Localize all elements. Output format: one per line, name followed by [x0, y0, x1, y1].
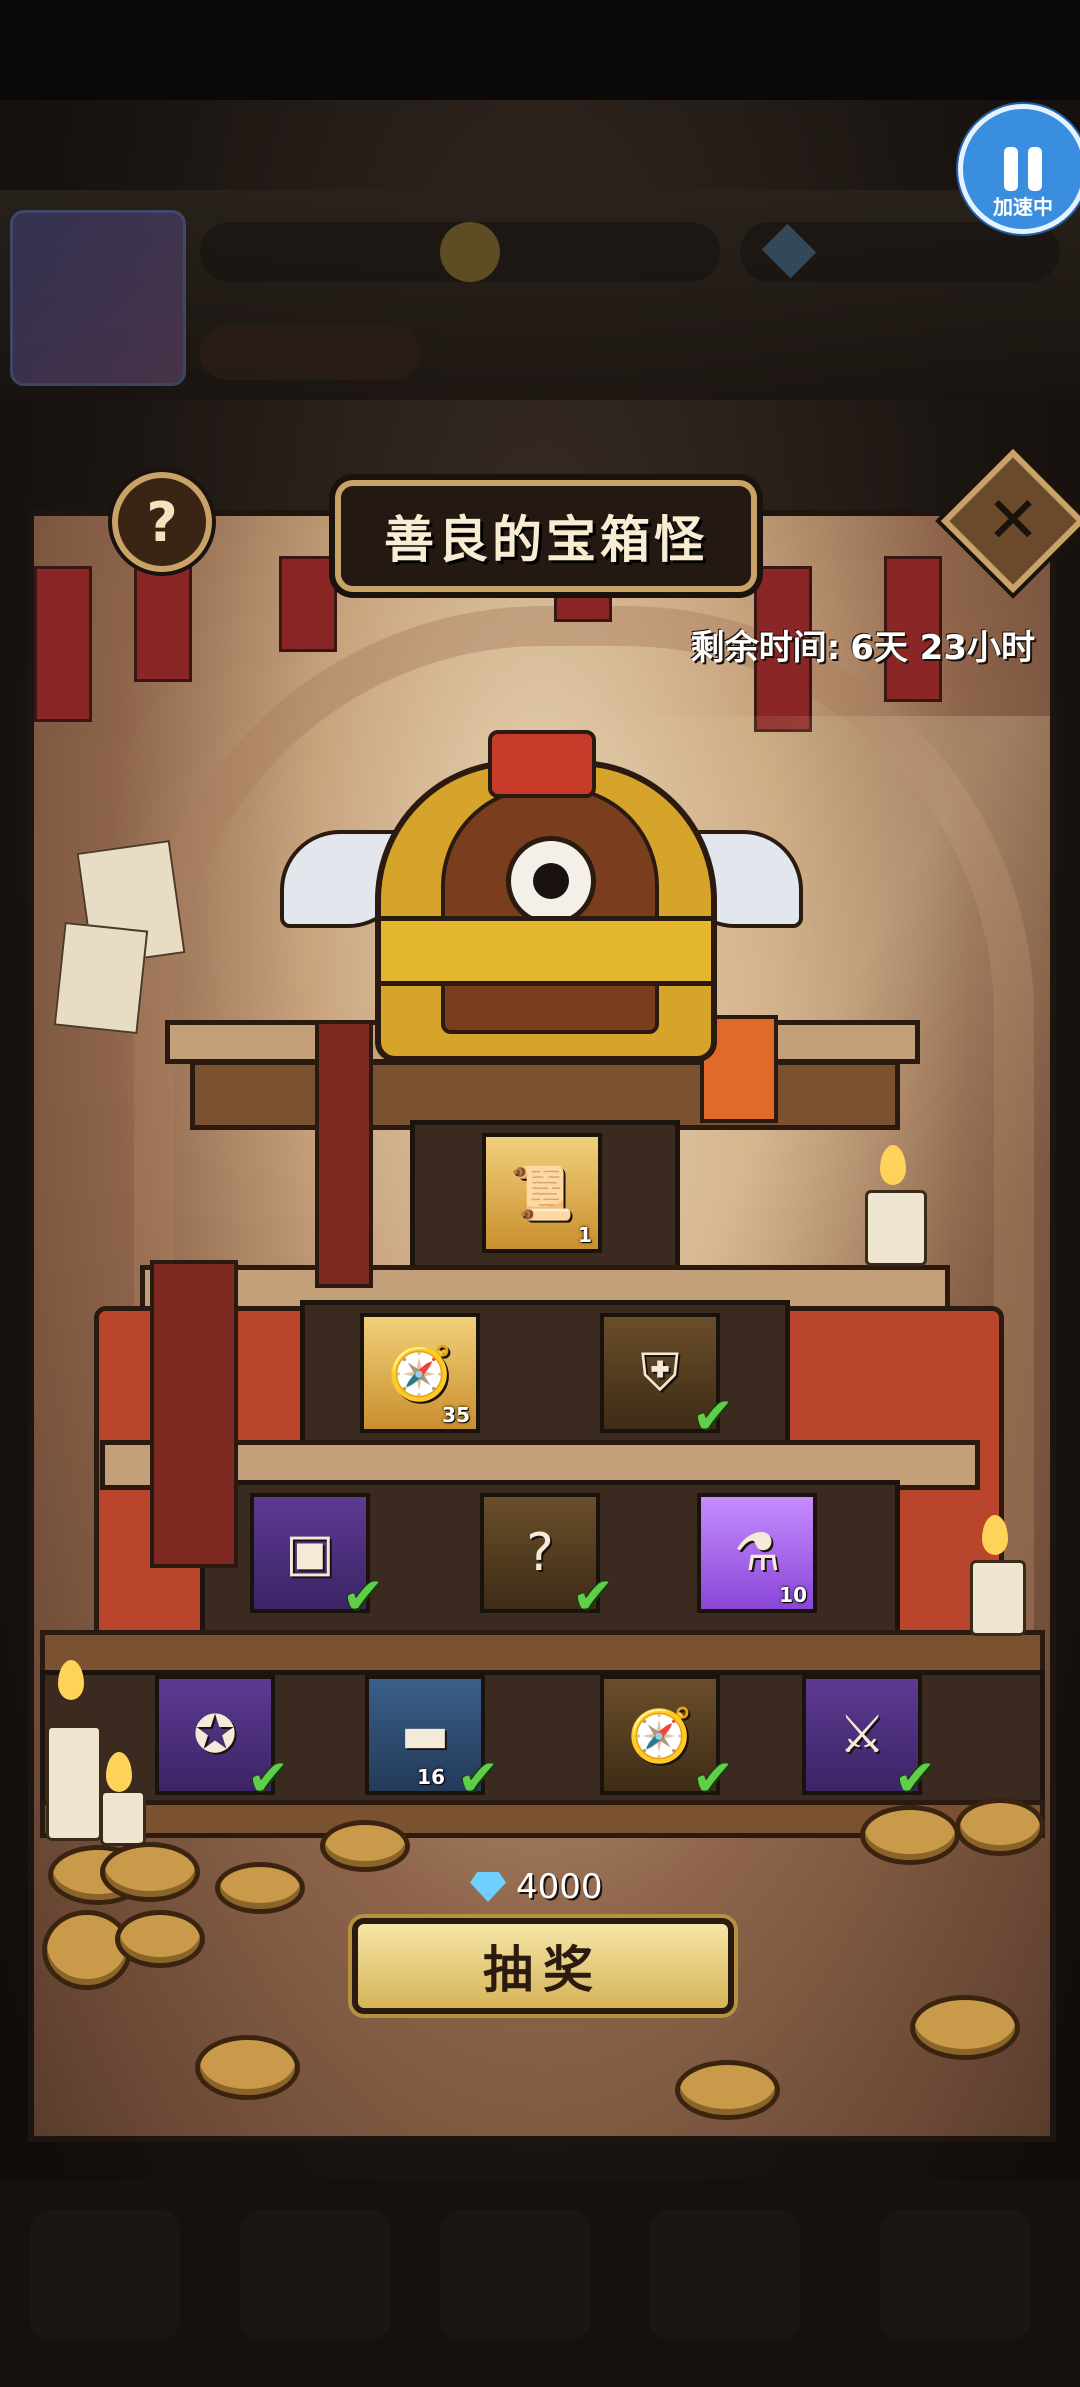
reward-slot[interactable]: ? ✔ — [480, 1493, 614, 1625]
reward-slot[interactable]: ▬ 16 ✔ — [365, 1675, 499, 1807]
gold-coin — [115, 1910, 205, 1968]
reward-slot[interactable]: ⚔ ✔ — [802, 1675, 936, 1807]
reward-slot[interactable]: 🧭 ✔ — [600, 1675, 734, 1807]
reward-slot[interactable]: 📜 1 — [482, 1133, 602, 1253]
claimed-check-icon: ✔ — [247, 1749, 289, 1807]
gold-coin — [955, 1798, 1045, 1856]
note-paper — [53, 921, 149, 1035]
red-banner — [134, 556, 192, 682]
remaining-time: 剩余时间: 6天 23小时 — [681, 620, 1035, 669]
draw-button[interactable]: 抽奖 — [352, 1918, 734, 2014]
chest-mouth — [381, 916, 711, 986]
timer-value: 6天 23小时 — [850, 628, 1035, 668]
blurred-nav-slot — [240, 2210, 390, 2340]
speed-up-label: 加速中 — [993, 195, 1053, 219]
speed-up-button[interactable]: 加速中 — [958, 104, 1080, 234]
reward-quantity: 16 — [417, 1765, 445, 1789]
draw-cost: 4000 — [470, 1862, 603, 1912]
help-icon: ? — [146, 490, 178, 554]
reward-slot[interactable]: ⚗ 10 — [697, 1493, 817, 1613]
gold-coin — [320, 1820, 410, 1872]
reward-slot[interactable]: ▣ ✔ — [250, 1493, 384, 1625]
reward-slot[interactable]: ✪ ✔ — [155, 1675, 289, 1807]
blurred-nav-slot — [30, 2210, 180, 2340]
blurred-nav-slot — [650, 2210, 800, 2340]
claimed-check-icon: ✔ — [342, 1567, 384, 1625]
draw-cost-value: 4000 — [516, 1867, 603, 1907]
help-button[interactable]: ? — [112, 472, 212, 572]
flame — [982, 1515, 1008, 1555]
reward-slot[interactable]: ⛨ ✔ — [600, 1313, 734, 1445]
gold-coin — [910, 1995, 1020, 2060]
flame — [880, 1145, 906, 1185]
gold-coin — [860, 1805, 960, 1865]
candle — [970, 1560, 1026, 1636]
blurred-avatar — [10, 210, 186, 386]
gold-coin — [195, 2035, 300, 2100]
blurred-coin-icon — [440, 222, 500, 282]
flame — [58, 1660, 84, 1700]
blurred-pill — [200, 325, 420, 380]
crown — [488, 730, 596, 798]
diamond-icon — [470, 1872, 506, 1902]
blurred-nav-slot — [440, 2210, 590, 2340]
claimed-check-icon: ✔ — [692, 1387, 734, 1445]
timer-label: 剩余时间: — [690, 628, 841, 668]
reward-slot[interactable]: 🧭 35 — [360, 1313, 480, 1433]
blurred-nav-slot — [880, 2210, 1030, 2340]
chest-eye — [506, 836, 596, 926]
candle — [100, 1790, 146, 1846]
mimic-chest — [375, 760, 717, 1062]
red-banner — [34, 566, 92, 722]
claimed-check-icon: ✔ — [692, 1749, 734, 1807]
reward-quantity: 10 — [779, 1583, 807, 1607]
pause-icon — [1000, 147, 1046, 191]
red-banner — [279, 556, 337, 652]
gold-coin — [215, 1862, 305, 1914]
close-icon[interactable]: ✕ — [962, 470, 1064, 572]
gold-coin — [100, 1842, 200, 1902]
candle — [46, 1725, 102, 1841]
red-drape — [315, 1020, 373, 1288]
title-plate: 善良的宝箱怪 — [335, 480, 757, 592]
candle — [865, 1190, 927, 1266]
flame — [106, 1752, 132, 1792]
reward-quantity: 35 — [442, 1403, 470, 1427]
gold-coin — [675, 2060, 780, 2120]
reward-quantity: 1 — [578, 1223, 592, 1247]
claimed-check-icon: ✔ — [894, 1749, 936, 1807]
modal-title: 善良的宝箱怪 — [384, 511, 708, 569]
draw-button-label: 抽奖 — [483, 1941, 603, 1999]
claimed-check-icon: ✔ — [572, 1567, 614, 1625]
claimed-check-icon: ✔ — [457, 1749, 499, 1807]
red-drape — [150, 1260, 238, 1568]
